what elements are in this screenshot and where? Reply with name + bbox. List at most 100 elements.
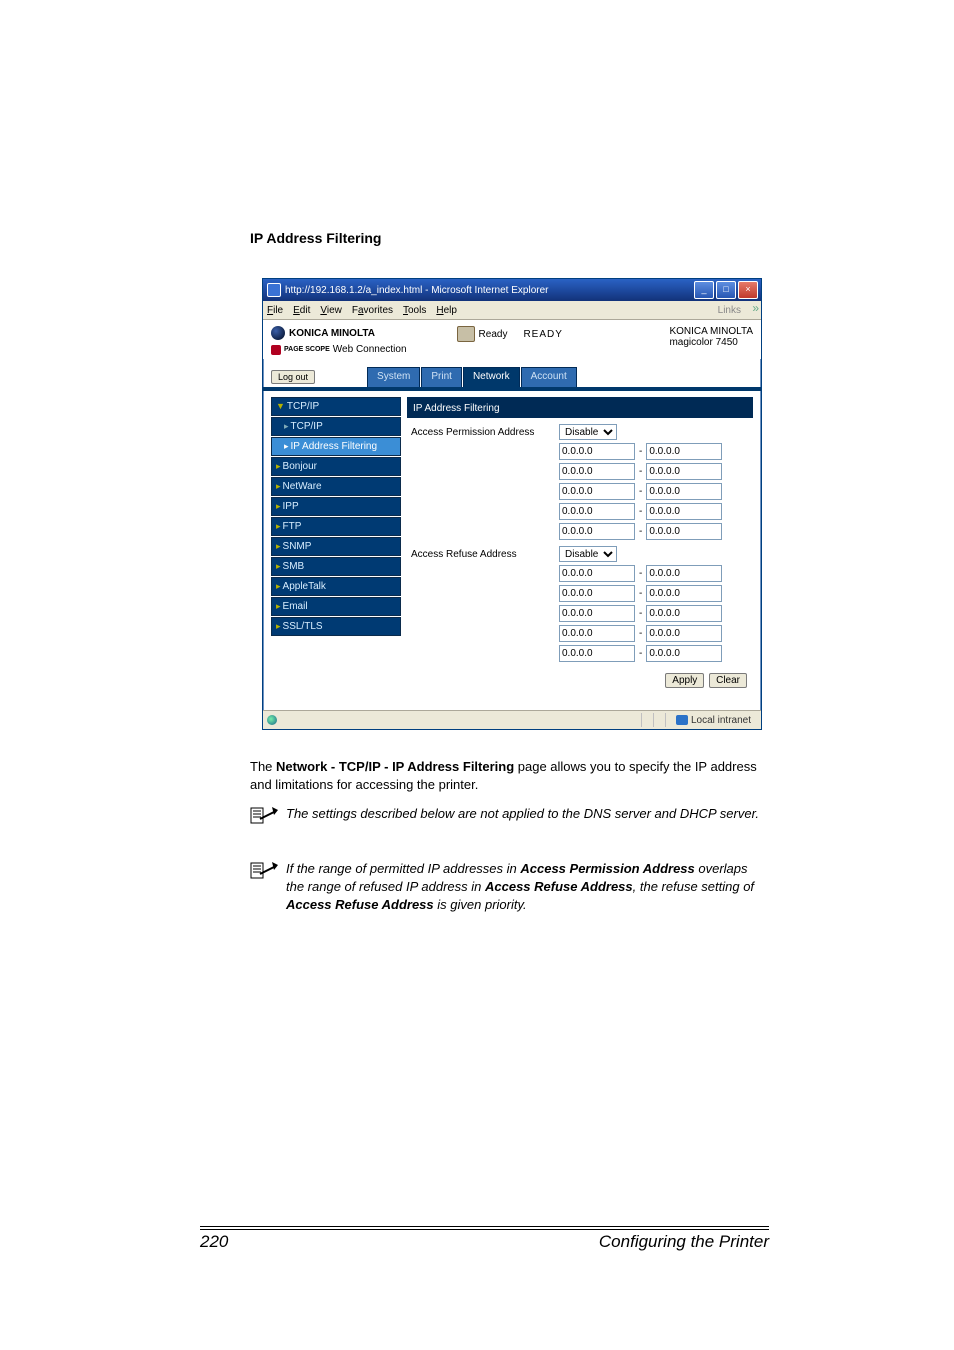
refuse-label: Access Refuse Address [407, 549, 559, 560]
printer-icon [457, 326, 475, 342]
para-bold: Network - TCP/IP - IP Address Filtering [276, 759, 514, 774]
statusbar: Local intranet [263, 710, 761, 729]
sidebar-item-label: FTP [283, 521, 302, 532]
refuse-to-1[interactable] [646, 585, 722, 602]
menu-edit[interactable]: Edit [293, 305, 310, 316]
sidebar-item-label: IPP [283, 501, 299, 512]
sidebar: ▼TCP/IP ▸TCP/IP ▸IP Address Filtering ▸B… [271, 397, 401, 688]
maximize-button[interactable]: □ [716, 281, 736, 299]
page-heading: IP Address Filtering [250, 230, 381, 246]
ie-icon [267, 283, 281, 297]
pagescope-prefix: PAGE SCOPE [284, 346, 330, 353]
sidebar-item-label: SMB [283, 561, 305, 572]
sidebar-item-tcpip-group[interactable]: ▼TCP/IP [271, 397, 401, 416]
menu-view[interactable]: View [320, 305, 342, 316]
menu-tools[interactable]: Tools [403, 305, 426, 316]
minimize-button[interactable]: _ [694, 281, 714, 299]
sidebar-item-snmp[interactable]: ▸SNMP [271, 537, 401, 556]
links-label: Links [718, 305, 741, 316]
sidebar-item-netware[interactable]: ▸NetWare [271, 477, 401, 496]
perm-to-1[interactable] [646, 463, 722, 480]
note-icon [250, 805, 278, 823]
menu-file[interactable]: File [267, 305, 283, 316]
panel-title: IP Address Filtering [407, 397, 753, 418]
logout-button[interactable]: Log out [271, 370, 315, 384]
main-panel: IP Address Filtering Access Permission A… [407, 397, 753, 688]
status-label: Ready [479, 329, 508, 340]
perm-to-2[interactable] [646, 483, 722, 500]
window-title: http://192.168.1.2/a_index.html - Micros… [285, 285, 548, 296]
menu-favorites[interactable]: Favorites [352, 305, 393, 316]
brand-logo: KONICA MINOLTA [271, 326, 407, 340]
statusbar-divider [653, 713, 660, 727]
sidebar-item-email[interactable]: ▸Email [271, 597, 401, 616]
perm-from-1[interactable] [559, 463, 635, 480]
footer-title: Configuring the Printer [599, 1232, 769, 1252]
sidebar-item-label: SNMP [283, 541, 312, 552]
perm-to-3[interactable] [646, 503, 722, 520]
clear-button[interactable]: Clear [709, 673, 747, 688]
tabs-row: Log out System Print Network Account [263, 359, 761, 391]
menubar: File Edit View Favorites Tools Help Link… [263, 301, 761, 320]
perm-from-0[interactable] [559, 443, 635, 460]
perm-from-4[interactable] [559, 523, 635, 540]
refuse-to-2[interactable] [646, 605, 722, 622]
para-text: The [250, 759, 276, 774]
refuse-from-1[interactable] [559, 585, 635, 602]
tab-network[interactable]: Network [463, 367, 520, 387]
apply-button[interactable]: Apply [665, 673, 704, 688]
sidebar-item-label: SSL/TLS [283, 621, 323, 632]
pagescope-icon [271, 345, 281, 355]
refuse-to-3[interactable] [646, 625, 722, 642]
page-footer: 220 Configuring the Printer [200, 1229, 769, 1252]
perm-select[interactable]: Disable [559, 424, 617, 440]
menu-help[interactable]: Help [436, 305, 457, 316]
globe-icon [267, 715, 277, 725]
perm-from-3[interactable] [559, 503, 635, 520]
tab-account[interactable]: Account [521, 367, 577, 387]
note-icon [250, 860, 278, 878]
sidebar-item-smb[interactable]: ▸SMB [271, 557, 401, 576]
sidebar-item-ssltls[interactable]: ▸SSL/TLS [271, 617, 401, 636]
page-number: 220 [200, 1232, 228, 1252]
pagescope-logo: PAGE SCOPE Web Connection [271, 344, 407, 355]
para1: The Network - TCP/IP - IP Address Filter… [250, 758, 760, 794]
sidebar-item-label: Email [283, 601, 308, 612]
status-block: Ready READY [457, 326, 563, 342]
sidebar-item-ipfiltering[interactable]: ▸IP Address Filtering [271, 437, 401, 456]
sidebar-item-ftp[interactable]: ▸FTP [271, 517, 401, 536]
zone-icon [676, 715, 688, 725]
perm-from-2[interactable] [559, 483, 635, 500]
refuse-from-2[interactable] [559, 605, 635, 622]
note-2: If the range of permitted IP addresses i… [250, 860, 760, 915]
tab-system[interactable]: System [367, 367, 420, 387]
model-name: magicolor 7450 [669, 337, 753, 348]
browser-window: http://192.168.1.2/a_index.html - Micros… [262, 278, 762, 730]
close-button[interactable]: × [738, 281, 758, 299]
refuse-from-4[interactable] [559, 645, 635, 662]
sidebar-item-tcpip[interactable]: ▸TCP/IP [271, 417, 401, 436]
refuse-to-0[interactable] [646, 565, 722, 582]
sidebar-item-appletalk[interactable]: ▸AppleTalk [271, 577, 401, 596]
refuse-from-3[interactable] [559, 625, 635, 642]
refuse-select[interactable]: Disable [559, 546, 617, 562]
note-text: If the range of permitted IP addresses i… [286, 860, 760, 915]
links-expand-icon[interactable]: » [745, 301, 759, 317]
logo-icon [271, 326, 285, 340]
perm-label: Access Permission Address [407, 427, 559, 438]
statusbar-divider [641, 713, 648, 727]
note-text: The settings described below are not app… [286, 805, 760, 823]
model-brand: KONICA MINOLTA [669, 326, 753, 337]
refuse-to-4[interactable] [646, 645, 722, 662]
note-1: The settings described below are not app… [250, 805, 760, 823]
perm-to-4[interactable] [646, 523, 722, 540]
zone-label: Local intranet [691, 715, 751, 726]
sidebar-item-bonjour[interactable]: ▸Bonjour [271, 457, 401, 476]
refuse-from-0[interactable] [559, 565, 635, 582]
sidebar-item-label: IP Address Filtering [291, 441, 378, 452]
tab-print[interactable]: Print [421, 367, 462, 387]
brand-text: KONICA MINOLTA [289, 328, 375, 339]
perm-to-0[interactable] [646, 443, 722, 460]
product-name: Web Connection [333, 344, 407, 355]
sidebar-item-ipp[interactable]: ▸IPP [271, 497, 401, 516]
